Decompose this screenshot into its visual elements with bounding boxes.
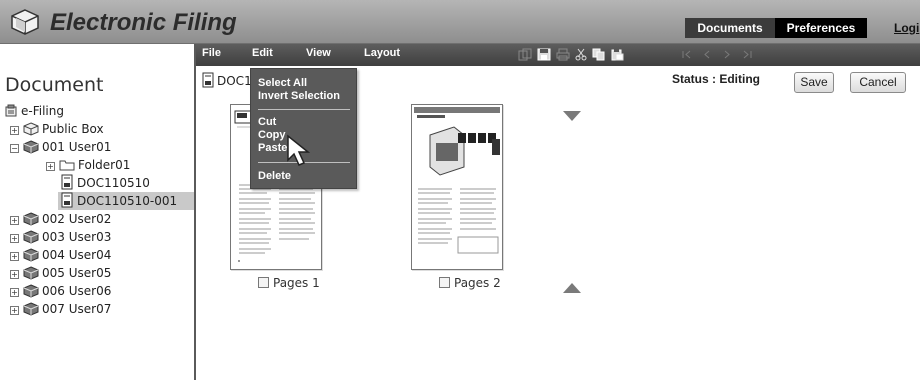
page-2-checkbox[interactable]: [439, 277, 450, 288]
tree-item-label: 002 User02: [42, 212, 112, 226]
mouse-pointer-icon: [287, 134, 311, 166]
box-icon: [23, 122, 39, 136]
copy-pages-icon[interactable]: [518, 48, 532, 61]
tree-item-label: Folder01: [78, 158, 131, 172]
previous-page-icon[interactable]: [700, 48, 714, 61]
user-box-icon: [23, 140, 39, 154]
tree-item-label: DOC110510: [77, 176, 150, 190]
save-icon[interactable]: [537, 48, 551, 61]
tree-item-user05[interactable]: +005 User05: [10, 264, 111, 282]
page-2-preview: [414, 107, 500, 254]
document-icon: [202, 72, 214, 88]
expand-icon[interactable]: +: [10, 288, 19, 297]
expand-icon[interactable]: +: [10, 270, 19, 279]
efiling-icon: [5, 104, 17, 117]
paste-icon[interactable]: [610, 48, 624, 61]
expand-icon[interactable]: +: [10, 306, 19, 315]
tree-item-user07[interactable]: +007 User07: [10, 300, 111, 318]
user-box-icon: [23, 284, 39, 298]
last-page-icon[interactable]: [740, 48, 754, 61]
folder-icon: [59, 160, 75, 171]
user-box-icon: [23, 230, 39, 244]
tree-item-label: 006 User06: [42, 284, 112, 298]
user-box-icon: [23, 212, 39, 226]
user-box-icon: [23, 302, 39, 316]
expand-icon[interactable]: +: [10, 234, 19, 243]
menu-item-copy[interactable]: Copy: [258, 129, 286, 141]
document-icon: [61, 192, 73, 208]
tree-item-label: 001 User01: [42, 140, 112, 154]
tree-item-label: e-Filing: [21, 104, 64, 118]
tree-item-user02[interactable]: +002 User02: [10, 210, 111, 228]
edit-menu-dropdown: Select All Invert Selection Cut Copy Pas…: [250, 68, 357, 189]
user-box-icon: [23, 248, 39, 262]
document-tree-pane: Document e-Filing + Public Box − 001 Use…: [0, 44, 196, 380]
first-page-icon[interactable]: [680, 48, 694, 61]
print-icon[interactable]: [556, 48, 570, 61]
menu-edit[interactable]: Edit: [252, 47, 273, 59]
menu-bar: File Edit View Layout: [196, 44, 920, 66]
menu-layout[interactable]: Layout: [364, 47, 400, 59]
tree-item-doc110510[interactable]: DOC110510: [60, 174, 150, 192]
copy-icon[interactable]: [592, 48, 606, 61]
document-name-label: DOC1: [217, 74, 252, 88]
login-link[interactable]: Logi: [890, 18, 920, 38]
tree-item-label: 007 User07: [42, 302, 112, 316]
page-2-label[interactable]: Pages 2: [439, 276, 501, 290]
move-up-arrow-icon[interactable]: [562, 282, 582, 294]
menu-item-delete[interactable]: Delete: [258, 170, 291, 182]
expand-icon[interactable]: +: [10, 252, 19, 261]
tree-item-efiling[interactable]: e-Filing: [4, 102, 64, 120]
save-button[interactable]: Save: [794, 72, 834, 93]
cut-icon[interactable]: [574, 48, 588, 61]
app-logo-icon: [11, 9, 39, 35]
menu-item-paste[interactable]: Paste: [258, 142, 287, 154]
user-box-icon: [23, 266, 39, 280]
menu-separator: [258, 109, 350, 110]
menu-item-cut[interactable]: Cut: [258, 116, 276, 128]
move-down-arrow-icon[interactable]: [562, 110, 582, 122]
app-title: Electronic Filing: [50, 9, 237, 36]
tree-item-label: Public Box: [42, 122, 104, 136]
top-header: Electronic Filing Documents Preferences …: [0, 0, 920, 44]
tree-item-label: DOC110510-001: [77, 194, 178, 208]
page-2-label-text: Pages 2: [454, 276, 501, 290]
collapse-icon[interactable]: −: [10, 144, 19, 153]
tree-item-user04[interactable]: +004 User04: [10, 246, 111, 264]
document-icon: [61, 174, 73, 190]
expand-icon[interactable]: +: [46, 162, 55, 171]
pane-title: Document: [5, 74, 104, 96]
page-1-checkbox[interactable]: [258, 277, 269, 288]
tab-preferences[interactable]: Preferences: [775, 18, 867, 38]
tree-item-doc110510-001[interactable]: DOC110510-001: [58, 192, 194, 210]
menu-item-select-all[interactable]: Select All: [258, 77, 307, 89]
menu-file[interactable]: File: [202, 47, 221, 59]
tree-item-label: 003 User03: [42, 230, 112, 244]
tree-item-label: 005 User05: [42, 266, 112, 280]
page-thumbnail-2[interactable]: [411, 104, 503, 270]
tree-item-public-box[interactable]: + Public Box: [10, 120, 104, 138]
tree-item-folder01[interactable]: + Folder01: [46, 156, 130, 174]
tab-documents[interactable]: Documents: [685, 18, 775, 38]
tree-item-user03[interactable]: +003 User03: [10, 228, 111, 246]
tree-item-user06[interactable]: +006 User06: [10, 282, 111, 300]
tree-item-label: 004 User04: [42, 248, 112, 262]
page-1-label[interactable]: Pages 1: [258, 276, 320, 290]
next-page-icon[interactable]: [720, 48, 734, 61]
expand-icon[interactable]: +: [10, 126, 19, 135]
status-text: Status : Editing: [672, 72, 760, 86]
cancel-button[interactable]: Cancel: [850, 72, 906, 93]
document-name: DOC1: [201, 72, 252, 88]
menu-view[interactable]: View: [306, 47, 331, 59]
page-1-label-text: Pages 1: [273, 276, 320, 290]
expand-icon[interactable]: +: [10, 216, 19, 225]
menu-item-invert-selection[interactable]: Invert Selection: [258, 90, 340, 102]
tree-item-user01[interactable]: − 001 User01: [10, 138, 111, 156]
